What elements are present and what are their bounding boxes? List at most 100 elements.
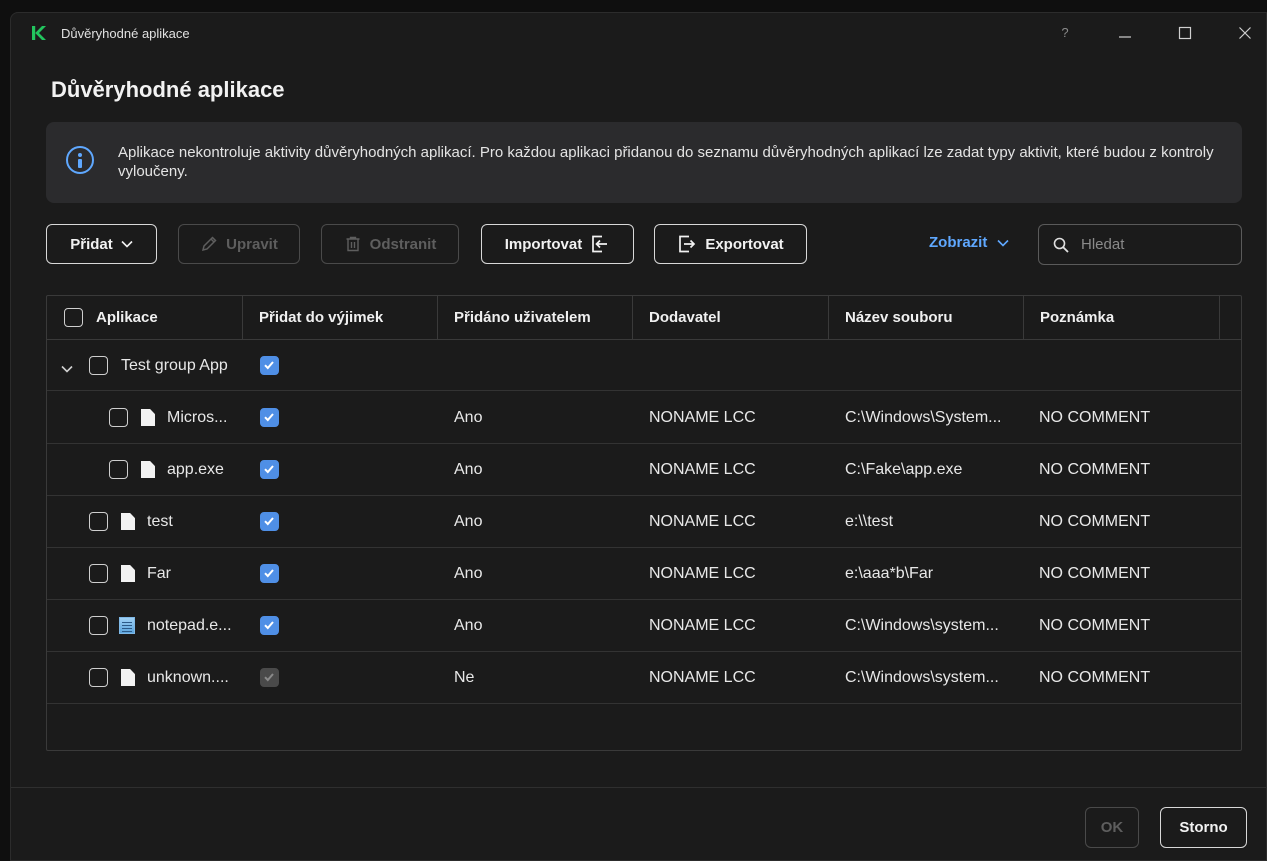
added-by-user-cell: Ano <box>454 617 483 634</box>
group-select-checkbox[interactable] <box>89 356 108 375</box>
app-name: unknown.... <box>147 669 229 686</box>
chevron-down-icon <box>997 239 1009 247</box>
added-by-user-cell: Ano <box>454 461 483 478</box>
footer-divider <box>11 787 1266 788</box>
app-name: Far <box>147 565 171 582</box>
row-select-checkbox[interactable] <box>89 668 108 687</box>
search-field[interactable] <box>1038 224 1242 265</box>
table-row[interactable]: notepad.e... Ano NONAME LCC C:\Windows\syst… <box>47 600 1241 652</box>
column-header-note[interactable]: Poznámka <box>1024 296 1220 340</box>
delete-button-label: Odstranit <box>369 235 437 253</box>
view-dropdown-label: Zobrazit <box>929 234 988 251</box>
note-cell: NO COMMENT <box>1039 565 1151 582</box>
vendor-cell: NONAME LCC <box>649 513 756 530</box>
app-name: app.exe <box>167 461 224 478</box>
file-icon <box>121 669 135 686</box>
group-row[interactable]: Test group App <box>47 340 1241 391</box>
search-input[interactable] <box>1081 236 1221 253</box>
column-header-file-name[interactable]: Název souboru <box>829 296 1024 340</box>
close-button[interactable] <box>1227 21 1263 45</box>
file-name-cell: C:\Windows\system... <box>845 617 999 634</box>
pencil-icon <box>202 236 217 252</box>
info-banner-text: Aplikace nekontroluje aktivity důvěryhod… <box>118 144 1214 180</box>
trash-icon <box>346 236 360 252</box>
group-name: Test group App <box>121 357 228 374</box>
table-row[interactable]: app.exe Ano NONAME LCC C:\Fake\app.exe NO CO… <box>47 444 1241 496</box>
vendor-cell: NONAME LCC <box>649 617 756 634</box>
app-name: Micros... <box>167 409 228 426</box>
export-icon <box>679 235 696 253</box>
import-button-label: Importovat <box>504 235 583 253</box>
file-icon <box>141 409 155 426</box>
vendor-cell: NONAME LCC <box>649 461 756 478</box>
added-by-user-cell: Ano <box>454 565 483 582</box>
ok-button[interactable]: OK <box>1085 807 1139 848</box>
exclude-checkbox[interactable] <box>260 460 279 479</box>
help-button[interactable]: ? <box>1047 21 1083 45</box>
exclude-checkbox[interactable] <box>260 408 279 427</box>
file-name-cell: e:\aaa*b\Far <box>845 565 934 582</box>
maximize-button[interactable] <box>1167 21 1203 45</box>
add-button-label: Přidat <box>70 235 113 253</box>
row-select-checkbox[interactable] <box>109 408 128 427</box>
trusted-apps-window: Důvěryhodné aplikace ? Důvěryhodné aplik… <box>10 12 1267 861</box>
window-title: Důvěryhodné aplikace <box>61 26 190 41</box>
vendor-cell: NONAME LCC <box>649 565 756 582</box>
file-icon <box>121 565 135 582</box>
row-select-checkbox[interactable] <box>89 564 108 583</box>
column-header-label: Aplikace <box>96 309 158 326</box>
exclude-checkbox <box>260 668 279 687</box>
row-select-checkbox[interactable] <box>109 460 128 479</box>
added-by-user-cell: Ano <box>454 409 483 426</box>
table-header: Aplikace Přidat do výjimek Přidáno uživa… <box>47 296 1241 340</box>
chevron-down-icon[interactable] <box>61 360 73 378</box>
minimize-icon <box>1119 36 1131 38</box>
vendor-cell: NONAME LCC <box>649 409 756 426</box>
exclude-checkbox[interactable] <box>260 616 279 635</box>
column-header-exclude[interactable]: Přidat do výjimek <box>243 296 438 340</box>
edit-button[interactable]: Upravit <box>178 224 300 264</box>
row-select-checkbox[interactable] <box>89 616 108 635</box>
file-name-cell: e:\\test <box>845 513 894 530</box>
close-icon <box>1239 27 1251 39</box>
note-cell: NO COMMENT <box>1039 409 1151 426</box>
import-button[interactable]: Importovat <box>481 224 634 264</box>
column-header-added-by-user[interactable]: Přidáno uživatelem <box>438 296 633 340</box>
file-name-cell: C:\Windows\System... <box>845 409 1002 426</box>
trusted-apps-table: Aplikace Přidat do výjimek Přidáno uživa… <box>46 295 1242 751</box>
cancel-button[interactable]: Storno <box>1160 807 1247 848</box>
group-exclude-checkbox[interactable] <box>260 356 279 375</box>
vendor-cell: NONAME LCC <box>649 669 756 686</box>
title-bar: Důvěryhodné aplikace ? <box>11 13 1266 53</box>
table-row[interactable]: Micros... Ano NONAME LCC C:\Windows\System.… <box>47 392 1241 444</box>
file-name-cell: C:\Fake\app.exe <box>845 461 963 478</box>
note-cell: NO COMMENT <box>1039 461 1151 478</box>
export-button[interactable]: Exportovat <box>654 224 807 264</box>
search-icon <box>1053 237 1069 253</box>
app-name: test <box>147 513 173 530</box>
edit-button-label: Upravit <box>226 235 278 253</box>
column-header-vendor[interactable]: Dodavatel <box>633 296 829 340</box>
import-icon <box>592 235 608 253</box>
table-row[interactable]: unknown.... Ne NONAME LCC C:\Windows\system… <box>47 652 1241 704</box>
select-all-checkbox[interactable] <box>64 308 83 327</box>
notepad-icon <box>119 617 135 634</box>
add-button[interactable]: Přidat <box>46 224 157 264</box>
exclude-checkbox[interactable] <box>260 512 279 531</box>
exclude-checkbox[interactable] <box>260 564 279 583</box>
column-header-application[interactable]: Aplikace <box>47 296 243 340</box>
table-row[interactable]: test Ano NONAME LCC e:\\test NO COMMENT <box>47 496 1241 548</box>
info-icon <box>66 146 94 174</box>
delete-button[interactable]: Odstranit <box>321 224 459 264</box>
kaspersky-logo-icon <box>32 26 46 40</box>
view-dropdown[interactable]: Zobrazit <box>929 234 1009 251</box>
added-by-user-cell: Ne <box>454 669 475 686</box>
note-cell: NO COMMENT <box>1039 513 1151 530</box>
page-title: Důvěryhodné aplikace <box>51 77 285 102</box>
column-header-filler <box>1220 296 1241 340</box>
row-select-checkbox[interactable] <box>89 512 108 531</box>
table-row[interactable]: Far Ano NONAME LCC e:\aaa*b\Far NO COMMENT <box>47 548 1241 600</box>
minimize-button[interactable] <box>1107 21 1143 45</box>
added-by-user-cell: Ano <box>454 513 483 530</box>
chevron-down-icon <box>121 240 133 248</box>
